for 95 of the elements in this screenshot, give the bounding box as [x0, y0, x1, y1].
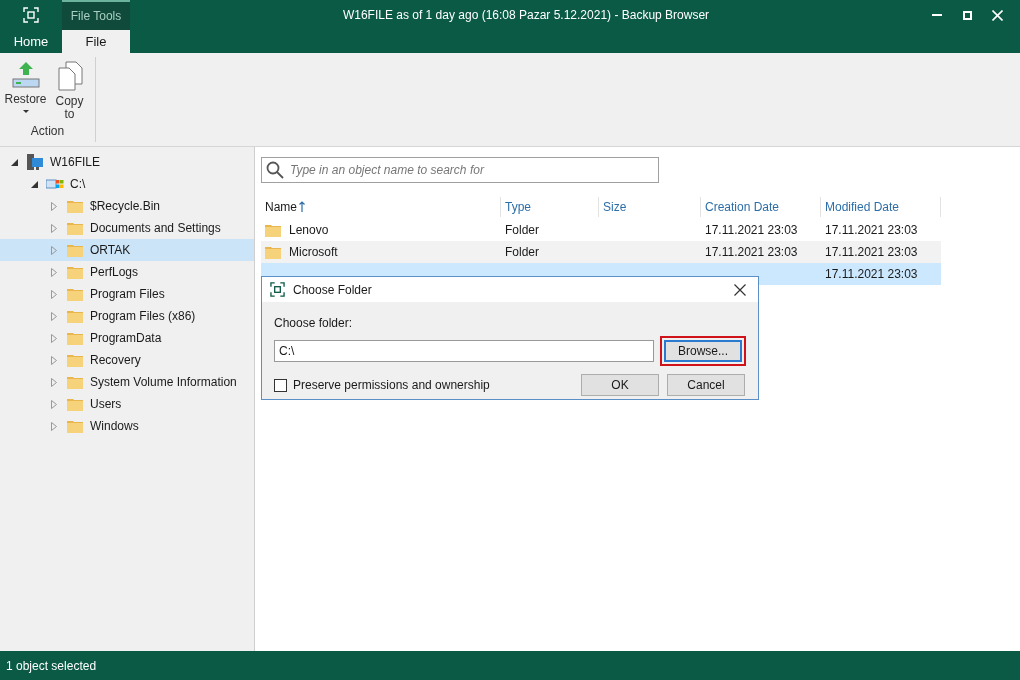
field-label: Choose folder: [274, 315, 354, 332]
folder-icon [265, 245, 281, 259]
tree-item[interactable]: PerfLogs [0, 261, 254, 283]
column-header[interactable]: Modified Date [821, 196, 941, 217]
table-cell: 17.11.2021 23:03 [825, 245, 918, 259]
tree-item[interactable]: Windows [0, 415, 254, 437]
tree-item[interactable]: W16FILE [0, 151, 254, 173]
folder-icon [67, 397, 83, 411]
tree-item[interactable]: Users [0, 393, 254, 415]
tree-label: ProgramData [90, 330, 162, 347]
expand-arrow-icon[interactable] [51, 267, 57, 277]
folder-icon [67, 353, 83, 367]
server-icon [26, 153, 44, 171]
tree-item[interactable]: ProgramData [0, 327, 254, 349]
restore-icon [10, 61, 41, 89]
table-cell: 17.11.2021 23:03 [825, 223, 918, 237]
table-cell: 17.11.2021 23:03 [825, 267, 918, 281]
tree-label: Recovery [90, 352, 141, 369]
tree-label: Documents and Settings [90, 220, 221, 237]
ribbon-group-label: Action [30, 123, 65, 140]
column-header[interactable]: Size [599, 196, 701, 217]
tree-label: PerfLogs [90, 264, 139, 281]
expand-arrow-icon[interactable] [51, 333, 57, 343]
context-tab-label: File Tools [62, 0, 130, 30]
folder-icon [67, 287, 83, 301]
folder-icon [67, 309, 83, 323]
tree-item[interactable]: Program Files [0, 283, 254, 305]
table-row[interactable]: Microsoft Folder 17.11.2021 23:03 17.11.2021 23:03 [261, 241, 941, 263]
ribbon-tab[interactable]: Home [0, 30, 62, 53]
restore-button[interactable]: Restore [5, 57, 46, 122]
expand-arrow-icon[interactable] [51, 201, 57, 211]
expand-arrow-icon[interactable] [51, 355, 57, 365]
close-icon[interactable] [734, 283, 746, 296]
sort-ascending-icon [299, 201, 305, 212]
expand-arrow-icon[interactable] [51, 223, 57, 233]
search-icon [266, 161, 284, 179]
checkbox[interactable] [274, 378, 287, 392]
folder-icon [67, 243, 83, 257]
tree-item[interactable]: C:\ [0, 173, 254, 195]
expand-arrow-icon[interactable] [51, 377, 57, 387]
tree-label: ORTAK [90, 242, 131, 259]
folder-icon [67, 199, 83, 213]
ribbon-tab[interactable]: File [62, 30, 130, 53]
status-text: 1 object selected [6, 657, 97, 675]
column-header[interactable]: Name [261, 196, 501, 217]
tree-item[interactable]: Recovery [0, 349, 254, 371]
cancel-button[interactable]: Cancel [667, 374, 745, 396]
tree-item[interactable]: ORTAK [0, 239, 254, 261]
folder-icon [67, 221, 83, 235]
folder-icon [67, 419, 83, 433]
tree-item[interactable]: $Recycle.Bin [0, 195, 254, 217]
maximize-icon[interactable] [962, 10, 972, 20]
tree-label: System Volume Information [90, 374, 237, 391]
folder-icon [67, 331, 83, 345]
tree-label: Program Files (x86) [90, 308, 196, 325]
search-field[interactable]: Type in an object name to search for [261, 157, 659, 183]
copy-to-button[interactable]: Copy to [49, 57, 90, 122]
tree-label: W16FILE [50, 154, 100, 171]
collapse-arrow-icon[interactable] [30, 180, 38, 188]
table-cell: 17.11.2021 23:03 [705, 223, 798, 237]
tree-label: Program Files [90, 286, 165, 303]
expand-arrow-icon[interactable] [51, 245, 57, 255]
dropdown-caret-icon [22, 110, 29, 113]
expand-arrow-icon[interactable] [51, 399, 57, 409]
tree-item[interactable]: Program Files (x86) [0, 305, 254, 327]
table-cell-text: Microsoft [289, 244, 338, 261]
logo-icon [270, 282, 285, 297]
table-row[interactable]: Lenovo Folder 17.11.2021 23:03 17.11.2021 23:03 [261, 219, 941, 241]
expand-arrow-icon[interactable] [51, 311, 57, 321]
collapse-arrow-icon[interactable] [10, 158, 18, 166]
logo-icon [23, 7, 39, 23]
table-cell: Folder [505, 223, 539, 237]
window-title: W16FILE as of 1 day ago (16:08 Pazar 5.12.2021) - Backup Browser [341, 7, 711, 24]
folder-icon [265, 223, 281, 237]
table-cell: Folder [505, 245, 539, 259]
expand-arrow-icon[interactable] [51, 421, 57, 431]
folder-path-field[interactable]: C:\ [274, 340, 654, 362]
tree-label: Windows [90, 418, 139, 435]
tree-label: C:\ [70, 176, 86, 193]
folder-icon [67, 265, 83, 279]
column-header[interactable]: Type [501, 196, 599, 217]
tree-label: $Recycle.Bin [90, 198, 161, 215]
checkbox-label: Preserve permissions and ownership [293, 377, 491, 394]
browse-button[interactable]: Browse... [664, 340, 742, 362]
tree-item[interactable]: System Volume Information [0, 371, 254, 393]
drive-icon [46, 178, 64, 190]
column-header[interactable]: Creation Date [701, 196, 821, 217]
folder-icon [67, 375, 83, 389]
tree-label: Users [90, 396, 122, 413]
tree-item[interactable]: Documents and Settings [0, 217, 254, 239]
ok-button[interactable]: OK [581, 374, 659, 396]
copy-icon [55, 61, 84, 91]
expand-arrow-icon[interactable] [51, 289, 57, 299]
table-cell-text: Lenovo [289, 222, 329, 239]
table-cell: 17.11.2021 23:03 [705, 245, 798, 259]
